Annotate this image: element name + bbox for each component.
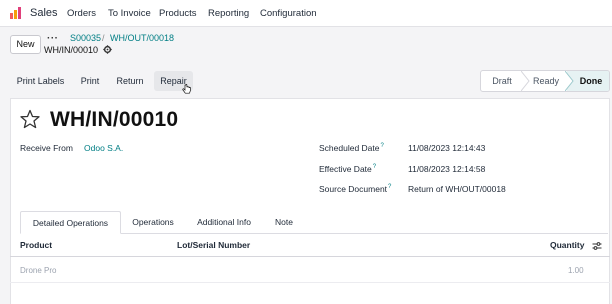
column-header-lot-serial[interactable]: Lot/Serial Number (177, 240, 250, 250)
effective-date-label: Effective Date? (319, 164, 377, 174)
nav-item-configuration[interactable]: Configuration (260, 8, 317, 19)
breadcrumb-item-s00035[interactable]: S00035 (70, 33, 101, 43)
print-button[interactable]: Print (74, 71, 106, 91)
stage-ready[interactable]: Ready (527, 71, 565, 91)
nav-item-orders[interactable]: Orders (67, 8, 96, 19)
tab-additional-info[interactable]: Additional Info (186, 211, 262, 234)
cell-quantity[interactable]: 1.00 (568, 266, 584, 275)
table-header-divider (10, 256, 610, 257)
nav-item-products[interactable]: Products (159, 8, 197, 19)
nav-item-to-invoice[interactable]: To Invoice (108, 8, 151, 19)
receive-from-label: Receive From (20, 143, 73, 153)
column-header-product[interactable]: Product (20, 240, 52, 250)
help-tooltip-icon[interactable]: ? (373, 164, 376, 170)
status-bar: Draft Ready Done (480, 70, 610, 92)
top-navbar: Sales Orders To Invoice Products Reporti… (0, 0, 612, 27)
optional-columns-icon[interactable] (592, 241, 602, 251)
stage-draft[interactable]: Draft (481, 71, 523, 91)
star-icon[interactable] (20, 109, 40, 129)
gear-icon[interactable] (103, 45, 112, 54)
print-labels-button[interactable]: Print Labels (10, 71, 71, 91)
return-button[interactable]: Return (109, 71, 151, 91)
help-tooltip-icon[interactable]: ? (381, 143, 384, 149)
effective-date-value[interactable]: 11/08/2023 12:14:58 (408, 164, 485, 174)
receive-from-value[interactable]: Odoo S.A. (84, 143, 123, 153)
new-button[interactable]: New (10, 35, 41, 54)
row-divider (10, 282, 610, 283)
stage-done[interactable]: Done (571, 71, 609, 91)
tab-operations[interactable]: Operations (123, 211, 183, 234)
source-document-value[interactable]: Return of WH/OUT/00018 (408, 184, 506, 194)
breadcrumb-collapsed[interactable]: ··· (47, 33, 59, 44)
breadcrumb-current: WH/IN/00010 (44, 45, 99, 55)
app-name[interactable]: Sales (30, 7, 58, 19)
cell-product[interactable]: Drone Pro (20, 266, 56, 275)
tab-note[interactable]: Note (264, 211, 304, 234)
breadcrumb-item-wh-out[interactable]: WH/OUT/00018 (110, 33, 174, 43)
source-document-label: Source Document? (319, 184, 392, 194)
column-header-quantity[interactable]: Quantity (550, 240, 584, 250)
scheduled-date-value[interactable]: 11/08/2023 12:14:43 (408, 143, 485, 153)
tab-detailed-operations[interactable]: Detailed Operations (20, 211, 121, 234)
sales-app-logo-icon[interactable] (9, 6, 23, 20)
nav-item-reporting[interactable]: Reporting (208, 8, 249, 19)
help-tooltip-icon[interactable]: ? (388, 184, 391, 190)
record-title: WH/IN/00010 (50, 108, 179, 131)
hand-cursor-icon (182, 84, 191, 94)
scheduled-date-label: Scheduled Date? (319, 143, 384, 153)
breadcrumb-separator: / (102, 33, 105, 43)
